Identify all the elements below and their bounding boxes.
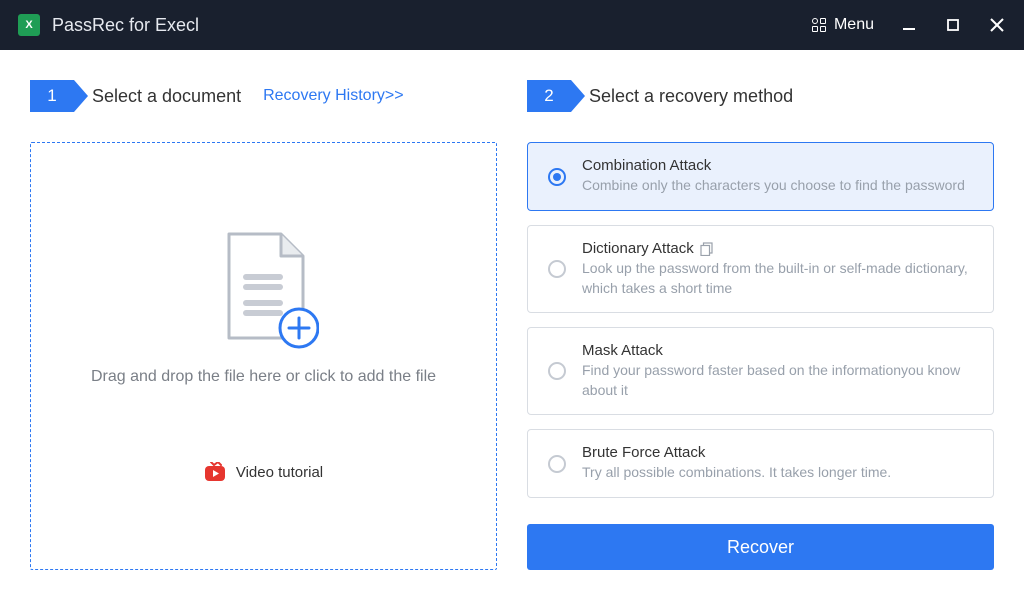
file-dropzone[interactable]: Drag and drop the file here or click to … bbox=[30, 142, 497, 570]
method-brute-force-attack[interactable]: Brute Force Attack Try all possible comb… bbox=[527, 429, 994, 498]
titlebar: X PassRec for Execl Menu bbox=[0, 0, 1024, 50]
maximize-icon bbox=[946, 18, 960, 32]
radio-icon bbox=[548, 362, 566, 380]
radio-icon bbox=[548, 260, 566, 278]
step1-title: Select a document bbox=[92, 86, 241, 107]
method-title: Combination Attack bbox=[582, 157, 975, 174]
close-icon bbox=[989, 17, 1005, 33]
step2-title: Select a recovery method bbox=[589, 86, 793, 107]
video-tutorial-link[interactable]: Video tutorial bbox=[204, 462, 323, 482]
method-dictionary-attack[interactable]: Dictionary Attack Look up the password f… bbox=[527, 225, 994, 313]
method-title: Mask Attack bbox=[582, 342, 975, 359]
main-content: 1 Select a document Recovery History>> bbox=[0, 50, 1024, 590]
recovery-method-list: Combination Attack Combine only the char… bbox=[527, 142, 994, 498]
recovery-history-link[interactable]: Recovery History>> bbox=[263, 87, 404, 105]
step2-badge: 2 bbox=[527, 80, 571, 112]
copy-icon bbox=[700, 242, 714, 256]
method-title: Brute Force Attack bbox=[582, 444, 975, 461]
method-desc: Find your password faster based on the i… bbox=[582, 361, 975, 400]
radio-icon bbox=[548, 168, 566, 186]
menu-button[interactable]: Menu bbox=[812, 16, 874, 34]
method-combination-attack[interactable]: Combination Attack Combine only the char… bbox=[527, 142, 994, 211]
video-tutorial-label: Video tutorial bbox=[236, 464, 323, 481]
recover-button[interactable]: Recover bbox=[527, 524, 994, 570]
step1-badge: 1 bbox=[30, 80, 74, 112]
step2-header: 2 Select a recovery method bbox=[527, 80, 994, 112]
minimize-icon bbox=[902, 18, 916, 32]
maximize-button[interactable] bbox=[944, 16, 962, 34]
app-logo-icon: X bbox=[18, 14, 40, 36]
method-title: Dictionary Attack bbox=[582, 240, 975, 257]
dropzone-hint: Drag and drop the file here or click to … bbox=[91, 368, 436, 386]
method-desc: Try all possible combinations. It takes … bbox=[582, 463, 975, 483]
app-title: PassRec for Execl bbox=[52, 15, 812, 36]
method-desc: Combine only the characters you choose t… bbox=[582, 176, 975, 196]
method-desc: Look up the password from the built-in o… bbox=[582, 259, 975, 298]
app-window: X PassRec for Execl Menu 1 bbox=[0, 0, 1024, 590]
radio-icon bbox=[548, 455, 566, 473]
titlebar-controls: Menu bbox=[812, 16, 1006, 34]
menu-label: Menu bbox=[834, 16, 874, 34]
document-add-icon bbox=[219, 230, 309, 340]
step1-panel: 1 Select a document Recovery History>> bbox=[30, 80, 497, 570]
video-icon bbox=[204, 462, 226, 482]
minimize-button[interactable] bbox=[900, 16, 918, 34]
close-button[interactable] bbox=[988, 16, 1006, 34]
step1-header: 1 Select a document Recovery History>> bbox=[30, 80, 497, 112]
menu-grid-icon bbox=[812, 18, 826, 32]
step2-panel: 2 Select a recovery method Combination A… bbox=[527, 80, 994, 570]
method-mask-attack[interactable]: Mask Attack Find your password faster ba… bbox=[527, 327, 994, 415]
